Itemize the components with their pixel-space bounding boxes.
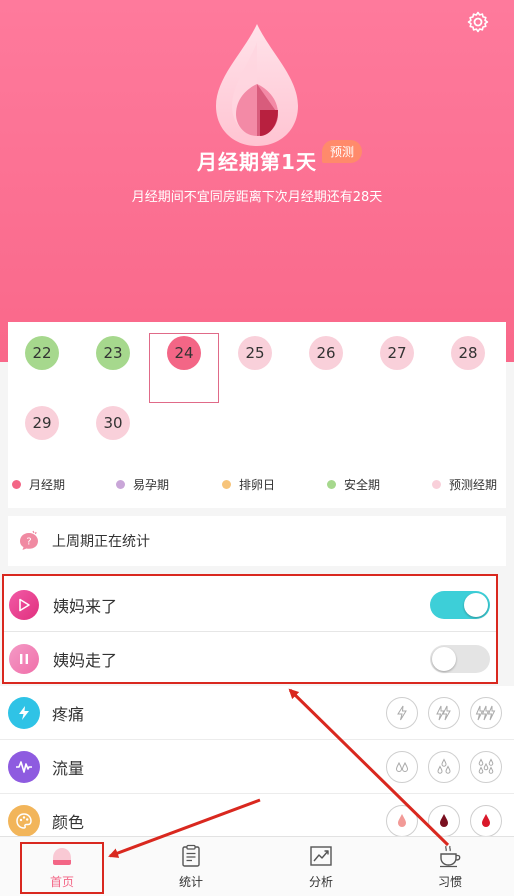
tab-label: 分析: [308, 875, 333, 889]
period-end-switch[interactable]: [430, 645, 490, 673]
flow-level-2-icon[interactable]: [428, 750, 460, 783]
calendar-day[interactable]: 25: [238, 336, 272, 370]
home-tab-highlight: [20, 842, 104, 894]
record-row-flow: 流量: [0, 740, 514, 794]
coffee-cup-icon: [440, 845, 461, 868]
predicted-badge: 预测: [322, 140, 363, 163]
pause-icon: [9, 644, 39, 674]
tab-habits[interactable]: 习惯: [410, 843, 490, 890]
legend-dot: [222, 480, 231, 489]
legend-dot: [327, 480, 336, 489]
legend-item: 排卵日: [222, 476, 275, 493]
cycle-stat-notice: ? 上周期正在统计: [8, 516, 506, 566]
blood-drop-icon: [216, 24, 298, 146]
legend-item: 易孕期: [116, 476, 169, 493]
gear-icon[interactable]: [466, 10, 490, 34]
waveform-icon: [8, 750, 40, 783]
calendar-day[interactable]: 22: [25, 336, 59, 370]
clipboard-icon: [182, 844, 200, 867]
color-light-icon[interactable]: [386, 805, 418, 837]
svg-text:?: ?: [26, 537, 31, 548]
hero-header: 月经期第1天 预测 月经期间不宜同房距离下次月经期还有28天: [0, 0, 514, 362]
calendar-day[interactable]: 23: [96, 336, 130, 370]
toggle-row-period-end: 姨妈走了: [4, 633, 496, 685]
legend-item: 安全期: [327, 476, 380, 493]
tab-analysis[interactable]: 分析: [281, 843, 361, 890]
cycle-subtitle: 月经期间不宜同房距离下次月经期还有28天: [131, 190, 383, 205]
tab-label: 习惯: [437, 875, 462, 889]
play-icon: [9, 590, 39, 620]
pain-level-3-icon[interactable]: [470, 696, 502, 729]
divider: [4, 631, 496, 632]
calendar-day[interactable]: 27: [380, 336, 414, 370]
legend-item: 月经期: [12, 476, 65, 493]
period-toggle-panel: 姨妈来了 姨妈走了: [2, 574, 498, 684]
legend-dot: [12, 480, 21, 489]
legend-dot: [432, 480, 441, 489]
legend-label: 易孕期: [133, 478, 170, 492]
calendar-day[interactable]: 28: [451, 336, 485, 370]
record-label: 疼痛: [52, 704, 85, 724]
lightning-icon: [8, 696, 40, 729]
legend-item: 预测经期: [432, 476, 497, 493]
legend-dot: [116, 480, 125, 489]
calendar-day[interactable]: 26: [309, 336, 343, 370]
record-row-pain: 疼痛: [0, 686, 514, 740]
trend-chart-icon: [310, 846, 332, 866]
toggle-label: 姨妈走了: [53, 651, 118, 670]
pain-level-2-icon[interactable]: [428, 696, 460, 729]
calendar-legend: 月经期 易孕期 排卵日 安全期 预测经期: [0, 476, 514, 498]
tab-label: 统计: [178, 875, 203, 889]
switch-knob: [432, 647, 456, 671]
toggle-label: 姨妈来了: [53, 597, 118, 616]
symptom-records: 疼痛 流量 颜色: [0, 686, 514, 837]
tab-statistics[interactable]: 统计: [151, 843, 231, 890]
pain-level-1-icon[interactable]: [386, 696, 418, 729]
record-label: 流量: [52, 758, 85, 778]
toggle-row-period-start: 姨妈来了: [4, 579, 496, 631]
calendar-day[interactable]: 30: [96, 406, 130, 440]
flow-level-1-icon[interactable]: [386, 750, 418, 783]
period-start-switch[interactable]: [430, 591, 490, 619]
palette-icon: [8, 805, 40, 837]
flow-level-3-icon[interactable]: [470, 750, 502, 783]
color-dark-icon[interactable]: [428, 805, 460, 837]
color-red-icon[interactable]: [470, 805, 502, 837]
calendar-day-today[interactable]: 24: [167, 336, 201, 370]
calendar-day[interactable]: 29: [25, 406, 59, 440]
legend-label: 预测经期: [449, 478, 498, 492]
notice-text: 上周期正在统计: [52, 534, 150, 550]
cycle-day-title: 月经期第1天: [197, 150, 317, 174]
legend-label: 月经期: [29, 478, 66, 492]
switch-knob: [464, 593, 488, 617]
record-label: 颜色: [52, 813, 85, 832]
legend-label: 排卵日: [239, 478, 276, 492]
question-bubble-icon: ?: [20, 530, 38, 550]
legend-label: 安全期: [344, 478, 381, 492]
